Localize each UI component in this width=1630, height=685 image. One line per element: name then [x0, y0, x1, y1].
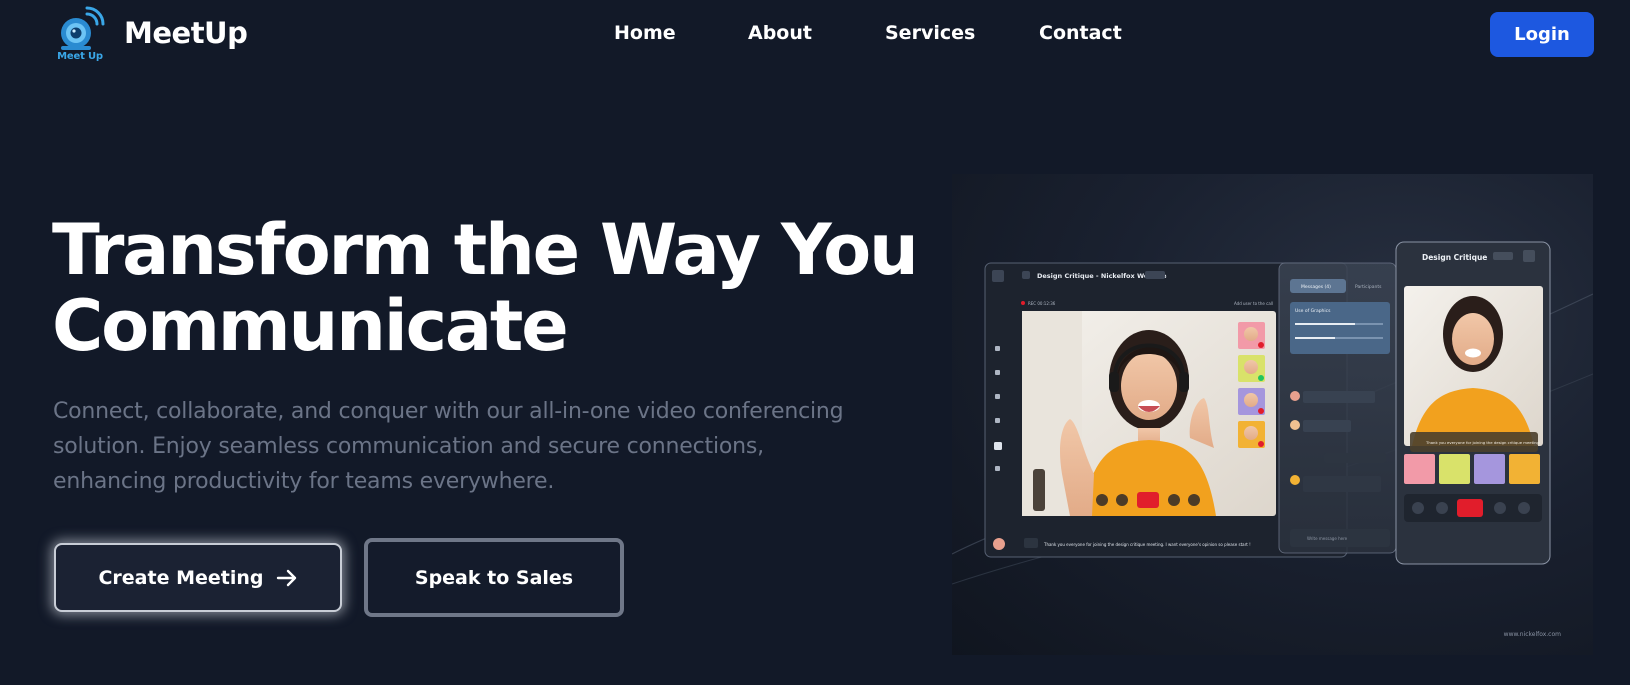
speak-to-sales-button[interactable]: Speak to Sales: [364, 538, 624, 617]
top-navbar: Meet Up MeetUp Home About Services Conta…: [0, 0, 1630, 72]
svg-text:Write message here: Write message here: [1307, 536, 1348, 541]
nav-link-services[interactable]: Services: [885, 22, 975, 44]
create-meeting-label: Create Meeting: [98, 566, 264, 589]
svg-text:Add user to the call: Add user to the call: [1234, 301, 1273, 306]
svg-text:Participants: Participants: [1355, 284, 1382, 290]
hero-title-line-1: Transform the Way You: [52, 209, 919, 291]
webcam-logo-icon: [61, 6, 105, 50]
logo[interactable]: Meet Up: [54, 6, 106, 64]
hero-app-screenshot: Design Critique - Nickelfox Website REC …: [952, 174, 1593, 655]
nav-link-about[interactable]: About: [748, 22, 812, 44]
svg-text:Use of Graphics: Use of Graphics: [1295, 308, 1331, 314]
brand-name[interactable]: MeetUp: [124, 16, 248, 50]
nav-link-contact[interactable]: Contact: [1039, 22, 1122, 44]
svg-text:Design Critique: Design Critique: [1422, 253, 1487, 262]
arrow-right-icon: [276, 569, 296, 586]
watermark: www.nickelfox.com: [1503, 631, 1561, 638]
landing-page: Meet Up MeetUp Home About Services Conta…: [0, 0, 1630, 685]
hero-title-line-2: Communicate: [52, 285, 569, 367]
nav-link-home[interactable]: Home: [614, 22, 676, 44]
svg-text:Thank you everyone for joining: Thank you everyone for joining the desig…: [1425, 440, 1541, 445]
create-meeting-button[interactable]: Create Meeting: [54, 543, 342, 612]
logo-caption: Meet Up: [57, 51, 103, 62]
svg-text:REC 00:12:36: REC 00:12:36: [1028, 301, 1056, 306]
hero-subtitle: Connect, collaborate, and conquer with o…: [53, 399, 844, 494]
login-button[interactable]: Login: [1490, 12, 1594, 57]
hero-title: Transform the Way You Communicate: [52, 212, 932, 364]
svg-text:Messages (4): Messages (4): [1301, 284, 1331, 290]
svg-text:Thank you everyone for joining: Thank you everyone for joining the desig…: [1043, 542, 1251, 547]
video-call-mockup: Design Critique - Nickelfox Website REC …: [952, 241, 1593, 585]
